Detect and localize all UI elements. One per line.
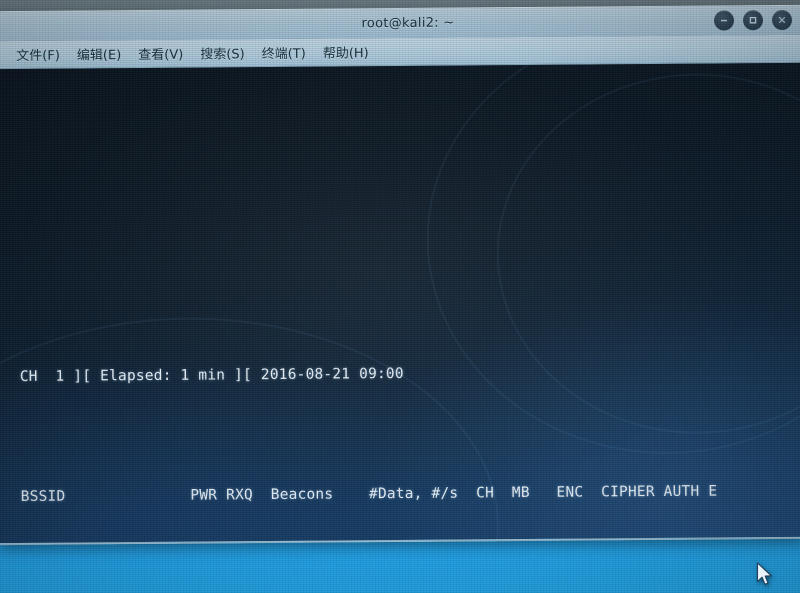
menu-item-edit[interactable]: 编辑(E) <box>77 44 121 63</box>
menu-item-help[interactable]: 帮助(H) <box>323 42 369 61</box>
window-title: root@kali2: ~ <box>361 15 455 32</box>
terminal-body[interactable]: CH 1 ][ Elapsed: 1 min ][ 2016-08-21 09:… <box>0 62 800 546</box>
menu-item-file[interactable]: 文件(F) <box>16 45 60 64</box>
menu-item-terminal[interactable]: 终端(T) <box>262 43 306 62</box>
window-controls <box>713 9 793 31</box>
menu-item-view[interactable]: 查看(V) <box>138 44 183 63</box>
minimize-icon[interactable] <box>713 10 735 31</box>
terminal-output: CH 1 ][ Elapsed: 1 min ][ 2016-08-21 09:… <box>0 63 800 545</box>
screen-photograph: root@kali2: ~ 文件(F) 编辑(E) 查看(V) 搜索(S) 终端… <box>0 0 800 593</box>
window-title-bar[interactable]: root@kali2: ~ <box>0 4 800 42</box>
airodump-status-line: CH 1 ][ Elapsed: 1 min ][ 2016-08-21 09:… <box>19 365 404 385</box>
close-icon[interactable] <box>771 9 793 31</box>
terminal-window[interactable]: root@kali2: ~ 文件(F) 编辑(E) 查看(V) 搜索(S) 终端… <box>0 4 800 546</box>
mouse-cursor <box>756 562 774 592</box>
ap-table-header: BSSID PWR RXQ Beacons #Data, #/s CH MB E… <box>20 483 718 505</box>
maximize-icon[interactable] <box>742 10 764 31</box>
menu-item-search[interactable]: 搜索(S) <box>200 43 245 62</box>
